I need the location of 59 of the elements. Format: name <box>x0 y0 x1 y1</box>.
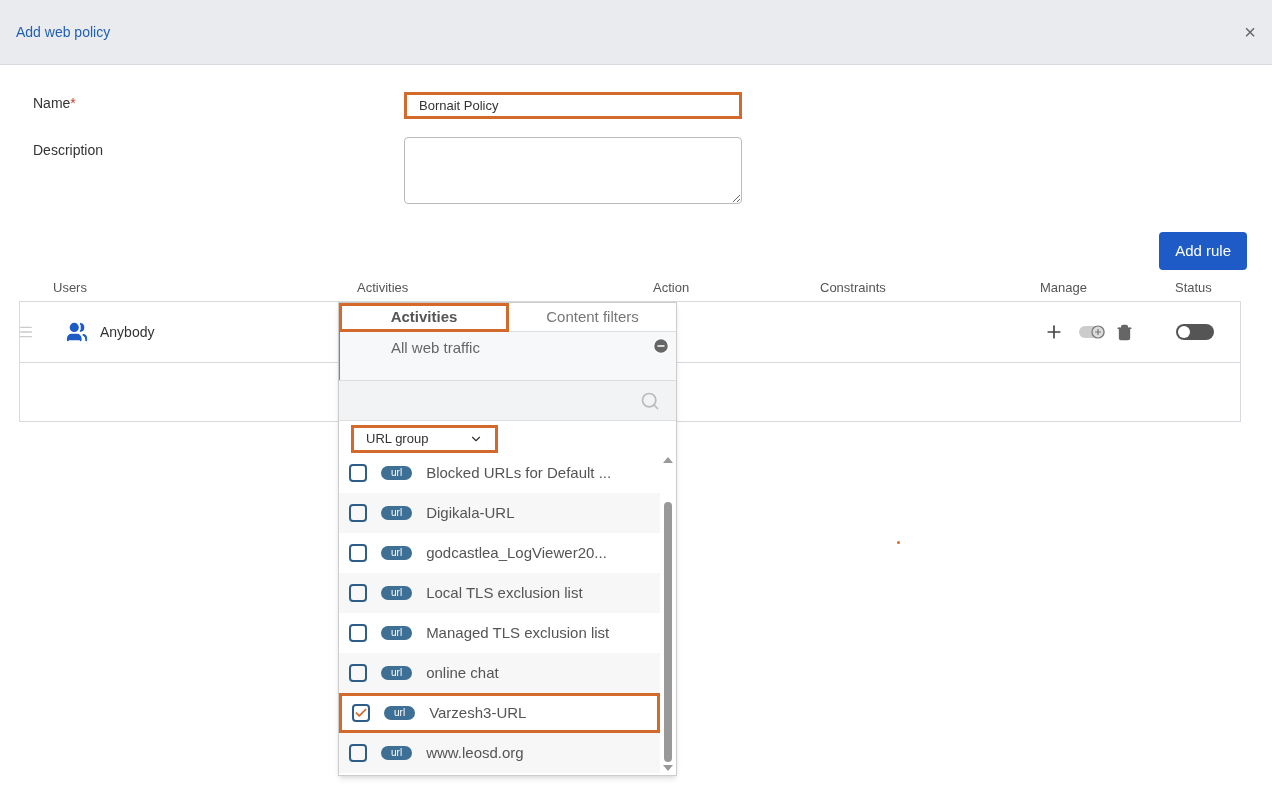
column-header: Manage <box>1040 279 1087 297</box>
filter-select[interactable]: URL group <box>351 425 498 453</box>
url-group-name: www.leosd.org <box>426 742 524 763</box>
url-tag: url <box>381 626 413 640</box>
url-group-item[interactable]: url Digikala-URL <box>339 493 660 533</box>
search-field[interactable] <box>339 380 676 421</box>
url-group-item[interactable]: url online chat <box>339 653 660 693</box>
status-toggle[interactable] <box>1176 324 1214 340</box>
scrollbar-thumb[interactable] <box>664 502 672 762</box>
popup-tab[interactable]: Activities <box>339 303 509 332</box>
checkbox[interactable] <box>349 664 367 682</box>
url-tag: url <box>381 466 413 480</box>
url-tag: url <box>381 506 413 520</box>
scroll-up-icon[interactable] <box>663 457 673 463</box>
column-header: Users <box>53 279 87 297</box>
column-header: Constraints <box>820 279 886 297</box>
delete-icon[interactable] <box>1116 323 1133 341</box>
url-tag: url <box>384 706 416 720</box>
users-icon <box>66 321 88 343</box>
url-group-item[interactable]: url Managed TLS exclusion list <box>339 613 660 653</box>
dialog-title: Add web policy <box>16 22 111 42</box>
url-group-item[interactable]: url Varzesh3-URL <box>339 693 660 733</box>
url-group-name: Blocked URLs for Default ... <box>426 462 612 483</box>
url-group-name: Local TLS exclusion list <box>426 582 583 603</box>
column-header: Activities <box>357 279 409 297</box>
column-header: Action <box>653 279 690 297</box>
checkbox[interactable] <box>349 584 367 602</box>
url-group-name: Digikala-URL <box>426 502 515 523</box>
user-name: Anybody <box>100 322 155 342</box>
url-tag: url <box>381 546 413 560</box>
url-group-name: online chat <box>426 662 499 683</box>
url-group-name: Managed TLS exclusion list <box>426 622 610 643</box>
column-header: Status <box>1175 279 1212 297</box>
url-group-name: godcastlea_LogViewer20... <box>426 542 607 563</box>
drag-handle-icon[interactable] <box>18 324 34 340</box>
add-rule-button[interactable]: Add rule <box>1159 232 1247 270</box>
url-group-item[interactable]: url www.leosd.org <box>339 733 660 773</box>
checkbox[interactable] <box>349 504 367 522</box>
close-button[interactable]: × <box>1244 22 1256 42</box>
checkbox[interactable] <box>349 464 367 482</box>
url-group-item[interactable]: url Blocked URLs for Default ... <box>339 453 660 493</box>
url-tag: url <box>381 586 413 600</box>
checkbox[interactable] <box>349 744 367 762</box>
name-field[interactable]: Bornait Policy <box>404 92 742 119</box>
url-tag: url <box>381 666 413 680</box>
description-field[interactable] <box>404 137 742 204</box>
description-label: Description <box>33 141 105 160</box>
url-tag: url <box>381 746 413 760</box>
name-label: Name* <box>33 94 77 113</box>
url-group-item[interactable]: url godcastlea_LogViewer20... <box>339 533 660 573</box>
activity-name: All web traffic <box>391 338 480 358</box>
search-icon <box>640 390 660 411</box>
remove-icon[interactable] <box>652 337 670 355</box>
checkbox[interactable] <box>349 624 367 642</box>
url-group-name: Varzesh3-URL <box>429 702 527 723</box>
scroll-down-icon[interactable] <box>663 765 673 771</box>
checkbox[interactable] <box>349 544 367 562</box>
checkbox[interactable] <box>352 704 370 722</box>
url-group-item[interactable]: url Local TLS exclusion list <box>339 573 660 613</box>
